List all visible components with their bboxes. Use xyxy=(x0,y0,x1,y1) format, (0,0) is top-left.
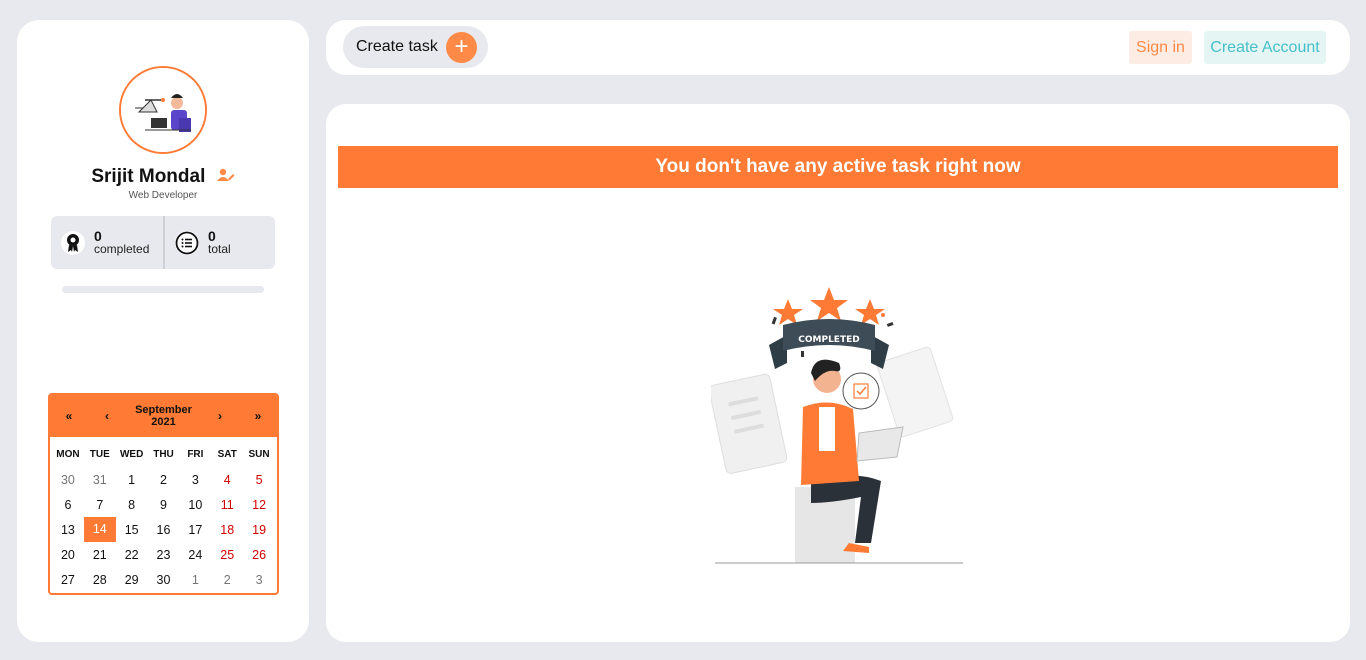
calendar-day[interactable]: 4 xyxy=(211,473,243,487)
calendar-day[interactable]: 26 xyxy=(243,548,275,562)
task-progress-bar xyxy=(62,286,264,293)
calendar-day[interactable]: 20 xyxy=(52,548,84,562)
calendar-day[interactable]: 1 xyxy=(116,473,148,487)
calendar-weekday-thu: THU xyxy=(153,449,174,460)
calendar-weekday-row: MON TUE WED THU FRI SAT SUN xyxy=(52,442,275,467)
award-icon xyxy=(61,230,85,255)
calendar-day[interactable]: 11 xyxy=(211,498,243,512)
top-bar: Create task + Sign in Create Account xyxy=(326,20,1350,75)
calendar-next-year-button[interactable]: » xyxy=(239,409,277,423)
calendar-weekday-sun: SUN xyxy=(248,449,270,460)
calendar-day[interactable]: 28 xyxy=(84,573,116,587)
calendar-day[interactable]: 2 xyxy=(148,473,180,487)
calendar-weekday-tue: TUE xyxy=(89,449,110,460)
calendar-month-title[interactable]: September 2021 xyxy=(126,404,201,428)
calendar-day[interactable]: 2 xyxy=(211,573,243,587)
no-task-banner: You don't have any active task right now xyxy=(338,146,1338,188)
create-task-button[interactable]: Create task + xyxy=(343,26,488,68)
calendar-year: 2021 xyxy=(151,416,176,428)
calendar-day[interactable]: 24 xyxy=(179,548,211,562)
edit-profile-icon[interactable] xyxy=(216,166,235,188)
avatar[interactable] xyxy=(119,66,207,154)
calendar-day[interactable]: 6 xyxy=(52,498,84,512)
calendar-week-row: 6 7 8 9 10 11 12 xyxy=(52,492,275,517)
calendar-day[interactable]: 8 xyxy=(116,498,148,512)
calendar-next-month-button[interactable]: › xyxy=(201,409,239,423)
calendar-week-row: 13 14 15 16 17 18 19 xyxy=(52,517,275,542)
calendar-day[interactable]: 27 xyxy=(52,573,84,587)
calendar-day[interactable]: 18 xyxy=(211,523,243,537)
completed-stat: 0 completed xyxy=(51,216,163,269)
calendar-grid: MON TUE WED THU FRI SAT SUN 30 31 1 2 3 4 5 6 7 8 9 10 11 12… xyxy=(50,437,277,592)
calendar-month: September xyxy=(135,404,192,416)
total-label: total xyxy=(208,242,231,256)
task-stats: 0 completed 0 total xyxy=(51,216,275,269)
calendar-day[interactable]: 31 xyxy=(84,473,116,487)
calendar-day[interactable]: 14 xyxy=(83,517,116,542)
calendar-day[interactable]: 5 xyxy=(243,473,275,487)
calendar-day[interactable]: 3 xyxy=(243,573,275,587)
create-account-button[interactable]: Create Account xyxy=(1204,31,1326,64)
sidebar: Srijit Mondal Web Developer 0 completed … xyxy=(17,20,309,642)
calendar-week-row: 27 28 29 30 1 2 3 xyxy=(52,567,275,592)
calendar-prev-month-button[interactable]: ‹ xyxy=(88,409,126,423)
calendar-weekday-mon: MON xyxy=(56,449,80,460)
calendar-prev-year-button[interactable]: « xyxy=(50,409,88,423)
calendar-day[interactable]: 12 xyxy=(243,498,275,512)
calendar-weekday-sat: SAT xyxy=(217,449,237,460)
ribbon-text: COMPLETED xyxy=(798,335,859,345)
total-count: 0 xyxy=(208,228,216,244)
user-role: Web Developer xyxy=(128,190,198,201)
calendar-day[interactable]: 30 xyxy=(52,473,84,487)
calendar-day[interactable]: 22 xyxy=(116,548,148,562)
calendar-day[interactable]: 23 xyxy=(148,548,180,562)
calendar-weekday-wed: WED xyxy=(119,449,144,460)
calendar-day[interactable]: 15 xyxy=(116,523,148,537)
calendar-day[interactable]: 1 xyxy=(179,573,211,587)
sign-in-button[interactable]: Sign in xyxy=(1129,31,1192,64)
calendar-day[interactable]: 25 xyxy=(211,548,243,562)
main-panel: You don't have any active task right now… xyxy=(326,104,1350,642)
calendar-week-row: 20 21 22 23 24 25 26 xyxy=(52,542,275,567)
calendar-header: « ‹ September 2021 › » xyxy=(50,395,277,437)
completed-label: completed xyxy=(94,242,150,256)
list-icon xyxy=(175,230,199,255)
calendar-weekday-fri: FRI xyxy=(187,449,204,460)
calendar-day[interactable]: 10 xyxy=(179,498,211,512)
user-name-text: Srijit Mondal xyxy=(91,166,206,188)
developer-avatar-image xyxy=(121,68,205,152)
calendar-day[interactable]: 19 xyxy=(243,523,275,537)
calendar-day[interactable]: 21 xyxy=(84,548,116,562)
calendar-day[interactable]: 7 xyxy=(84,498,116,512)
calendar: « ‹ September 2021 › » MON TUE WED THU FRI SA… xyxy=(48,393,279,595)
create-task-label: Create task xyxy=(356,38,438,55)
total-stat: 0 total xyxy=(163,216,275,269)
user-name: Srijit Mondal xyxy=(17,166,309,188)
calendar-day[interactable]: 30 xyxy=(148,573,180,587)
calendar-week-row: 30 31 1 2 3 4 5 xyxy=(52,467,275,492)
calendar-day[interactable]: 3 xyxy=(179,473,211,487)
calendar-day[interactable]: 29 xyxy=(116,573,148,587)
calendar-day[interactable]: 16 xyxy=(148,523,180,537)
calendar-day[interactable]: 13 xyxy=(52,523,84,537)
plus-icon[interactable]: + xyxy=(446,32,477,63)
calendar-day[interactable]: 9 xyxy=(148,498,180,512)
completed-count: 0 xyxy=(94,228,102,244)
completed-illustration: COMPLETED xyxy=(711,287,963,564)
calendar-day[interactable]: 17 xyxy=(179,523,211,537)
